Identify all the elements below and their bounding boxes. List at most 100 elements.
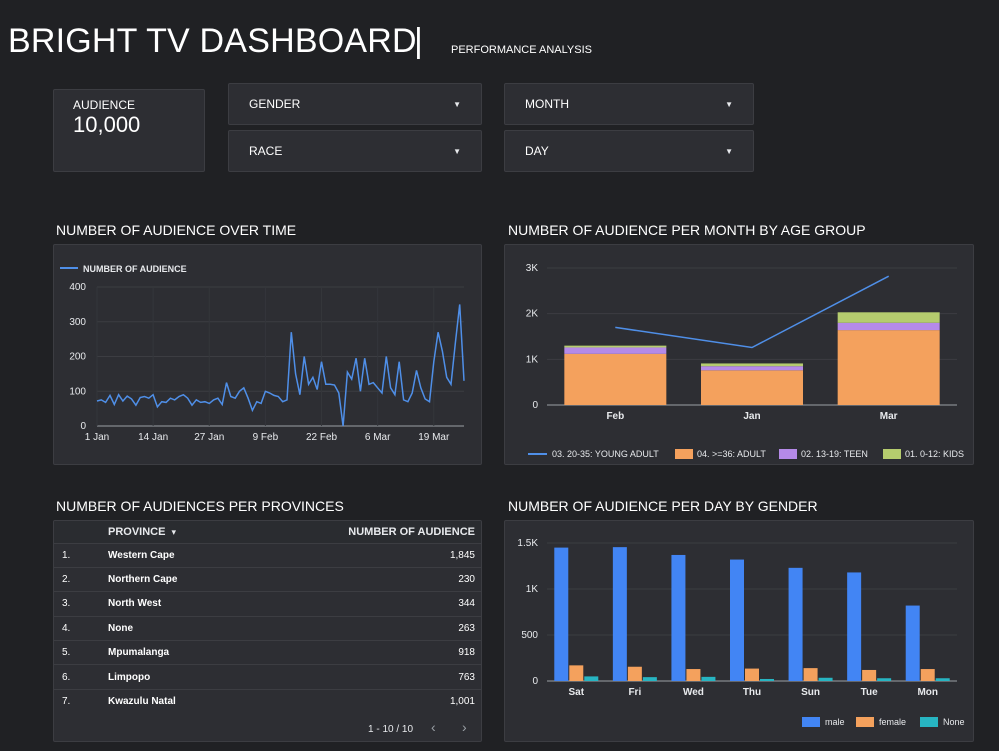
- legend-label: female: [879, 717, 906, 727]
- dashboard-title: BRIGHT TV DASHBOARD: [8, 22, 417, 60]
- audience-count-cell: 263: [236, 615, 481, 641]
- bar-female-wed: [686, 669, 701, 681]
- province-cell: Kwazulu Natal: [108, 688, 237, 714]
- bar-male-tue: [847, 572, 862, 681]
- y-tick-label: 3K: [526, 263, 539, 274]
- bar-female-sun: [803, 668, 818, 681]
- bar-none-sat: [584, 676, 599, 681]
- bar--teen-jan: [701, 366, 803, 371]
- row-index: 5.: [54, 640, 108, 665]
- province-cell: Western Cape: [108, 542, 237, 568]
- audience-count-cell: 1,001: [236, 688, 481, 714]
- audience-column-header[interactable]: NUMBER OF AUDIENCE: [236, 521, 481, 543]
- table-row[interactable]: 4. None 263: [54, 615, 481, 641]
- x-tick-label: Sun: [801, 687, 820, 698]
- per-day-chart-card[interactable]: 0 500 1K 1.5K Sat Fri Wed Thu Sun Tue Mon male femal…: [504, 520, 974, 742]
- bar-male-wed: [671, 554, 686, 681]
- bar--teen-mar: [837, 322, 940, 331]
- bar-female-sat: [569, 665, 584, 681]
- bar-female-mon: [920, 669, 935, 681]
- table-row[interactable]: 3. North West 344: [54, 591, 481, 617]
- row-index: 1.: [54, 542, 108, 568]
- x-tick-label: 27 Jan: [194, 432, 224, 443]
- dropdown-caret-icon: ▼: [453, 146, 461, 156]
- bar--adult-feb: [564, 353, 667, 405]
- bar-male-mon: [905, 605, 920, 681]
- table-row[interactable]: 7. Kwazulu Natal 1,001: [54, 688, 481, 714]
- month-filter-label: MONTH: [525, 97, 569, 111]
- y-tick-label: 1K: [526, 584, 539, 595]
- kpi-label: AUDIENCE: [73, 98, 136, 112]
- race-filter-label: RACE: [249, 144, 283, 158]
- y-tick-label: 1.5K: [517, 538, 538, 549]
- table-header-row: PROVINCE ▾ NUMBER OF AUDIENCE: [54, 521, 481, 543]
- legend-swatch: [856, 717, 874, 727]
- x-tick-label: Wed: [683, 687, 704, 698]
- table-row[interactable]: 6. Limpopo 763: [54, 664, 481, 690]
- table-row[interactable]: 1. Western Cape 1,845: [54, 542, 481, 568]
- race-filter[interactable]: RACE ▼: [228, 130, 482, 172]
- x-tick-label: Sat: [569, 687, 585, 698]
- gender-filter[interactable]: GENDER ▼: [228, 83, 482, 125]
- y-tick-label: 300: [69, 317, 86, 328]
- audience-count-cell: 1,845: [236, 542, 481, 568]
- legend-label: 01. 0-12: KIDS: [905, 449, 964, 459]
- y-tick-label: 200: [69, 352, 86, 363]
- y-tick-label: 400: [69, 282, 86, 293]
- y-tick-label: 0: [532, 676, 538, 687]
- series-line-audience: [96, 304, 465, 427]
- province-table-card: PROVINCE ▾ NUMBER OF AUDIENCE 1. Western …: [53, 520, 482, 742]
- dropdown-caret-icon: ▼: [725, 99, 733, 109]
- table-row[interactable]: 5. Mpumalanga 918: [54, 640, 481, 665]
- gender-filter-label: GENDER: [249, 97, 301, 111]
- legend-label: 04. >=36: ADULT: [697, 449, 766, 459]
- bar-none-tue: [877, 678, 892, 681]
- x-tick-label: 1 Jan: [85, 432, 109, 443]
- legend-swatch: [920, 717, 938, 727]
- bar-female-tue: [862, 669, 877, 681]
- x-tick-label: Mar: [880, 411, 898, 422]
- legend-label: 02. 13-19: TEEN: [801, 449, 868, 459]
- bar-male-sun: [788, 567, 803, 681]
- month-filter[interactable]: MONTH ▼: [504, 83, 754, 125]
- per-month-chart-card[interactable]: 0 1K 2K 3K Feb Jan Mar 03. 20-35: YOUNG ADULT 04…: [504, 244, 974, 465]
- audience-count-cell: 918: [236, 640, 481, 665]
- title-separator: |: [414, 22, 423, 60]
- row-index: 6.: [54, 664, 108, 690]
- chevron-right-icon[interactable]: ›: [462, 719, 467, 735]
- bar--adult-jan: [701, 370, 803, 405]
- y-tick-label: 500: [521, 630, 538, 641]
- row-index: 4.: [54, 615, 108, 641]
- over-time-line-chart[interactable]: NUMBER OF AUDIENCE 0 100 200 300 400 1 Jan 14 J…: [54, 245, 481, 464]
- row-index: 3.: [54, 591, 108, 617]
- bar--kids-mar: [837, 312, 940, 323]
- table-row[interactable]: 2. Northern Cape 230: [54, 566, 481, 592]
- bar--teen-feb: [564, 347, 667, 354]
- bar--kids-feb: [564, 345, 667, 348]
- per-day-title: NUMBER OF AUDIENCE PER DAY BY GENDER: [508, 498, 818, 514]
- audience-count-cell: 763: [236, 664, 481, 690]
- sort-desc-icon: ▾: [171, 526, 177, 537]
- bar-none-mon: [935, 678, 950, 681]
- x-tick-label: Jan: [743, 411, 760, 422]
- province-cell: Northern Cape: [108, 566, 237, 592]
- legend-label: male: [825, 717, 845, 727]
- day-filter[interactable]: DAY ▼: [504, 130, 754, 172]
- y-tick-label: 0: [532, 400, 538, 411]
- province-table: PROVINCE ▾ NUMBER OF AUDIENCE 1. Western …: [54, 521, 481, 714]
- audience-count-cell: 230: [236, 566, 481, 592]
- bar-male-thu: [730, 559, 744, 681]
- bar-none-fri: [642, 677, 657, 681]
- day-filter-label: DAY: [525, 144, 549, 158]
- province-column-header[interactable]: PROVINCE ▾: [108, 521, 236, 543]
- per-month-stacked-bar-chart[interactable]: 0 1K 2K 3K Feb Jan Mar 03. 20-35: YOUNG ADULT 04…: [505, 245, 973, 464]
- bar-female-thu: [745, 668, 759, 681]
- bar--adult-mar: [837, 330, 940, 405]
- per-day-grouped-bar-chart[interactable]: 0 500 1K 1.5K Sat Fri Wed Thu Sun Tue Mon male femal…: [505, 521, 973, 741]
- province-cell: North West: [108, 591, 237, 617]
- x-tick-label: Fri: [628, 687, 641, 698]
- y-tick-label: 100: [69, 386, 86, 397]
- over-time-chart-card[interactable]: NUMBER OF AUDIENCE 0 100 200 300 400 1 Jan 14 J…: [53, 244, 482, 465]
- bar-female-fri: [627, 666, 642, 681]
- chevron-left-icon[interactable]: ‹: [431, 719, 436, 735]
